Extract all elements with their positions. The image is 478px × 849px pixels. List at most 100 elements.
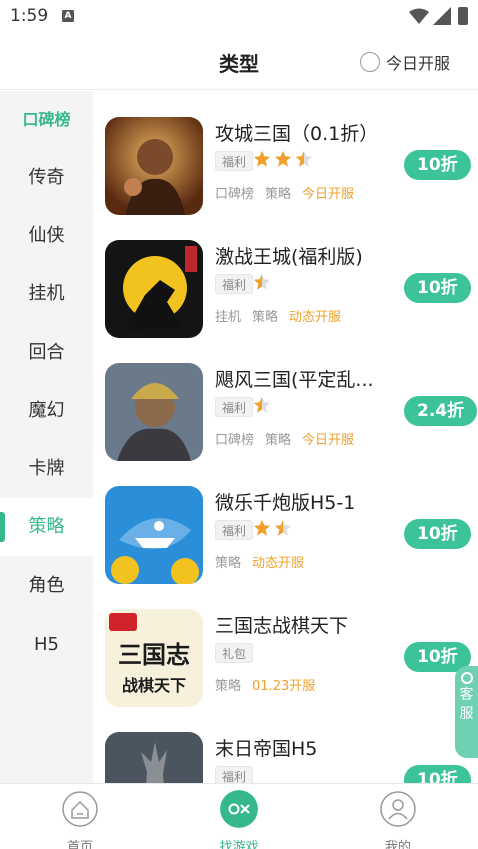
rating-stars xyxy=(253,396,274,414)
game-icon xyxy=(105,117,203,215)
svg-text:三国志: 三国志 xyxy=(118,641,190,669)
game-name: 末日帝国H5 xyxy=(215,738,318,760)
tab-home[interactable]: 首页 xyxy=(30,790,130,849)
signal-icon xyxy=(433,7,451,25)
radio-icon[interactable] xyxy=(360,52,380,72)
sidebar-item-reputation[interactable]: 口碑榜 xyxy=(0,91,93,149)
meta-category: 策略 xyxy=(215,679,242,694)
sidebar-item-label: 回合 xyxy=(28,342,65,363)
sidebar-item-label: 魔幻 xyxy=(28,400,65,421)
game-meta: 口碑榜 策略 今日开服 xyxy=(215,183,365,202)
sidebar-item-fantasy[interactable]: 魔幻 xyxy=(0,382,93,440)
star-half-icon xyxy=(253,273,271,290)
open-status: 今日开服 xyxy=(302,187,355,202)
status-bar: 1:59 A xyxy=(0,0,478,34)
rating-stars xyxy=(253,150,316,168)
rating-stars xyxy=(253,519,295,537)
discount-badge[interactable]: 10折 xyxy=(404,273,471,303)
find-game-icon xyxy=(220,790,258,828)
open-status: 动态开服 xyxy=(289,310,342,325)
tab-mine-label: 我的 xyxy=(384,840,411,849)
meta-category: 策略 xyxy=(215,556,242,571)
list-item[interactable]: 微乐千炮版H5-1 福利 策略 动态开服 10折 xyxy=(93,460,478,584)
game-name: 攻城三国（0.1折） xyxy=(215,123,379,145)
game-icon xyxy=(105,363,203,461)
sidebar-item-legend[interactable]: 传奇 xyxy=(0,149,93,207)
game-name: 三国志战棋天下 xyxy=(215,615,349,637)
discount-badge[interactable]: 10折 xyxy=(404,765,471,783)
list-item[interactable]: 末日帝国H5 福利 10折 xyxy=(93,706,478,783)
svg-text:战棋天下: 战棋天下 xyxy=(122,676,186,695)
star-half-icon xyxy=(295,150,313,167)
today-open-filter[interactable]: 今日开服 xyxy=(360,50,450,74)
sidebar-item-label: 口碑榜 xyxy=(22,110,71,129)
sidebar-item-xianxia[interactable]: 仙侠 xyxy=(0,207,93,265)
sidebar-item-label: 仙侠 xyxy=(28,225,65,246)
meta-category: 策略 xyxy=(265,433,292,448)
tab-find-game[interactable]: 找游戏 xyxy=(189,790,289,849)
meta-category: 策略 xyxy=(265,187,292,202)
user-icon xyxy=(380,791,416,827)
game-tag: 礼包 xyxy=(215,643,254,663)
discount-badge[interactable]: 10折 xyxy=(404,519,471,549)
sidebar-item-card[interactable]: 卡牌 xyxy=(0,440,93,498)
sidebar-item-label: 策略 xyxy=(28,516,65,537)
game-icon xyxy=(105,732,203,783)
star-full-icon xyxy=(253,150,271,167)
home-icon xyxy=(62,791,98,827)
game-tag: 福利 xyxy=(215,274,254,294)
app-screen: 1:59 A 类型 今日开服 口碑榜 传奇 仙侠 挂机 回合 魔幻 卡牌 策略 … xyxy=(0,0,478,849)
headset-icon xyxy=(460,672,473,684)
star-full-icon xyxy=(253,519,271,536)
tab-find-game-label: 找游戏 xyxy=(219,840,259,849)
sidebar-item-h5[interactable]: H5 xyxy=(0,616,93,674)
sidebar-item-idle[interactable]: 挂机 xyxy=(0,265,93,323)
sidebar-item-label: 挂机 xyxy=(28,283,65,304)
sidebar-item-strategy[interactable]: 策略 xyxy=(0,498,93,556)
page-header: 类型 今日开服 xyxy=(0,34,478,90)
category-sidebar: 口碑榜 传奇 仙侠 挂机 回合 魔幻 卡牌 策略 角色 H5 xyxy=(0,91,93,783)
bottom-tab-bar: 首页 找游戏 我的 xyxy=(0,783,478,849)
game-icon: 三国志 战棋天下 xyxy=(105,609,203,707)
meta-category: 口碑榜 xyxy=(215,187,255,202)
list-item[interactable]: 飓风三国(平定乱... 福利 口碑榜 策略 今日开服 2.4折 xyxy=(93,337,478,461)
game-tag: 福利 xyxy=(215,151,254,171)
sidebar-item-label: H5 xyxy=(34,634,59,655)
wifi-icon xyxy=(409,8,429,24)
star-half-icon xyxy=(253,396,271,413)
game-meta: 策略 01.23开服 xyxy=(215,675,326,694)
game-tag: 福利 xyxy=(215,520,254,540)
discount-badge[interactable]: 2.4折 xyxy=(404,396,478,426)
sidebar-item-turn-based[interactable]: 回合 xyxy=(0,324,93,382)
service-label: 客 xyxy=(459,687,474,703)
open-status: 动态开服 xyxy=(252,556,305,571)
game-meta: 挂机 策略 动态开服 xyxy=(215,306,352,325)
game-name: 激战王城(福利版) xyxy=(215,246,363,268)
sidebar-item-label: 角色 xyxy=(28,575,65,596)
sidebar-item-label: 传奇 xyxy=(28,167,65,188)
discount-badge[interactable]: 10折 xyxy=(404,150,471,180)
star-full-icon xyxy=(274,150,292,167)
star-half-icon xyxy=(274,519,292,536)
game-list: 攻城三国（0.1折） 福利 口碑榜 策略 今日开服 10折 激战王城(福利版) 福利 xyxy=(93,91,478,783)
sidebar-item-label: 卡牌 xyxy=(28,458,65,479)
meta-category: 策略 xyxy=(252,310,279,325)
game-tag: 福利 xyxy=(215,766,254,783)
list-item[interactable]: 激战王城(福利版) 福利 挂机 策略 动态开服 10折 xyxy=(93,214,478,338)
game-icon xyxy=(105,240,203,338)
sidebar-item-rpg[interactable]: 角色 xyxy=(0,557,93,615)
game-meta: 口碑榜 策略 今日开服 xyxy=(215,429,365,448)
customer-service-button[interactable]: 客 服 xyxy=(455,666,478,758)
game-name: 微乐千炮版H5-1 xyxy=(215,492,356,514)
service-label: 服 xyxy=(459,706,474,722)
list-item[interactable]: 攻城三国（0.1折） 福利 口碑榜 策略 今日开服 10折 xyxy=(93,91,478,215)
today-open-label: 今日开服 xyxy=(386,54,451,73)
notification-a-icon: A xyxy=(62,10,74,22)
list-item[interactable]: 三国志 战棋天下 三国志战棋天下 礼包 策略 01.23开服 10折 xyxy=(93,583,478,707)
tab-mine[interactable]: 我的 xyxy=(348,790,448,849)
meta-category: 口碑榜 xyxy=(215,433,255,448)
game-name: 飓风三国(平定乱... xyxy=(215,369,374,391)
rating-stars xyxy=(253,273,274,291)
status-time: 1:59 xyxy=(10,6,49,26)
meta-category: 挂机 xyxy=(215,310,242,325)
